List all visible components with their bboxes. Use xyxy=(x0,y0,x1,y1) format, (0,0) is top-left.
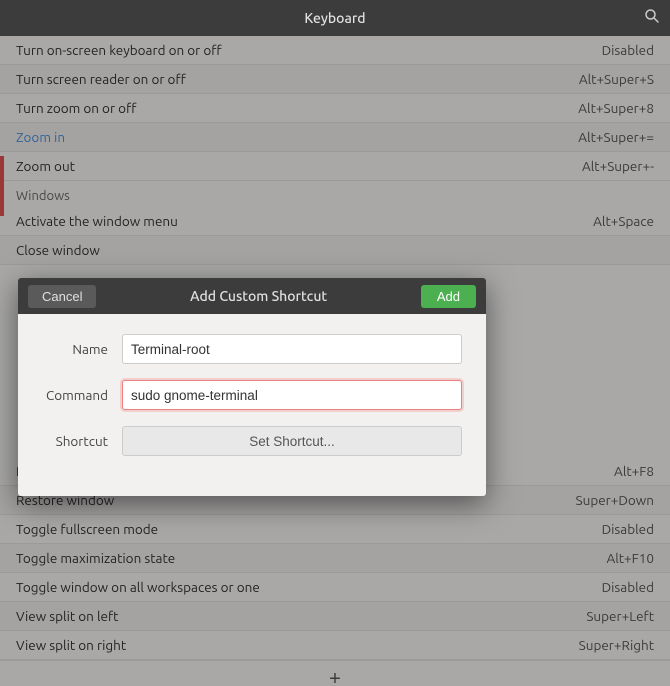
dialog-titlebar: Cancel Add Custom Shortcut Add xyxy=(18,278,486,314)
set-shortcut-button[interactable]: Set Shortcut... xyxy=(122,426,462,456)
dialog-title: Add Custom Shortcut xyxy=(190,288,327,304)
command-input[interactable] xyxy=(122,380,462,410)
title-bar: Keyboard xyxy=(0,0,670,36)
name-label: Name xyxy=(42,341,122,357)
window-title: Keyboard xyxy=(304,10,365,26)
name-input[interactable] xyxy=(122,334,462,364)
add-custom-shortcut-dialog: Cancel Add Custom Shortcut Add Name Comm… xyxy=(18,278,486,496)
shortcut-row: Shortcut Set Shortcut... xyxy=(42,426,462,456)
shortcut-label: Shortcut xyxy=(42,433,122,449)
command-row: Command xyxy=(42,380,462,410)
dialog-body: Name Command Shortcut Set Shortcut... xyxy=(18,314,486,496)
main-content: Turn on-screen keyboard on or off Disabl… xyxy=(0,36,670,686)
command-label: Command xyxy=(42,387,122,403)
search-icon[interactable] xyxy=(644,8,660,28)
cancel-button[interactable]: Cancel xyxy=(28,285,96,308)
add-button[interactable]: Add xyxy=(421,285,476,308)
name-row: Name xyxy=(42,334,462,364)
